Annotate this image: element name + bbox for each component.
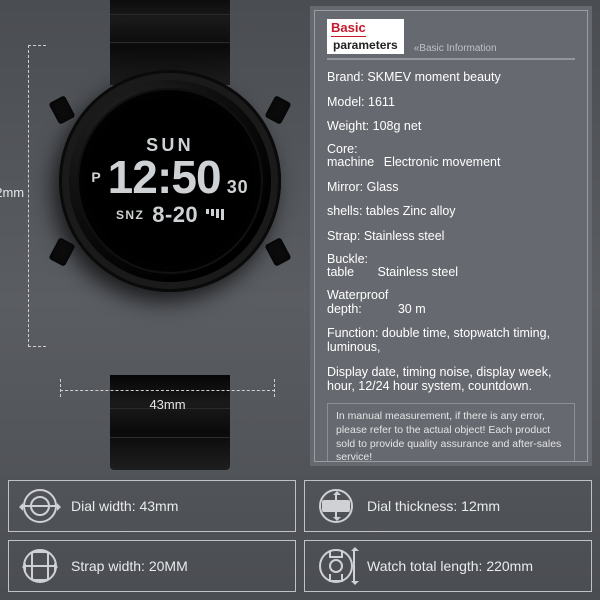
dimension-width: 43mm <box>60 390 275 412</box>
watch-case: SUN P 12:50 30 SNZ 8-20 <box>59 70 281 292</box>
spec-panel: Basic parameters «Basic Information Bran… <box>310 6 592 466</box>
spec-row: Core:machine Electronic movement <box>327 143 575 170</box>
watch-diagram: 52mm SUN P 12:50 30 SNZ 8-20 <box>0 0 305 470</box>
spec-row: Model: 1611 <box>327 95 575 109</box>
width-label: 43mm <box>60 397 275 412</box>
spec-row: Display date, timing noise, display week… <box>327 365 575 394</box>
dial-width-icon <box>23 489 57 523</box>
strap-width-icon <box>23 549 57 583</box>
stat-total-length: Watch total length: 220mm <box>304 540 592 592</box>
spec-title-1: Basic <box>331 21 366 37</box>
spec-row: Buckle:table Stainless steel <box>327 253 575 280</box>
dial-thickness-icon <box>319 489 353 523</box>
watch-illustration: SUN P 12:50 30 SNZ 8-20 <box>55 20 285 440</box>
spec-header: Basic parameters «Basic Information <box>327 19 575 60</box>
spec-disclaimer: In manual measurement, if there is any e… <box>327 403 575 462</box>
spec-row: shells: tables Zinc alloy <box>327 204 575 218</box>
watch-button-tl <box>48 95 75 125</box>
watch-button-tr <box>264 95 291 125</box>
stat-dial-width: Dial width: 43mm <box>8 480 296 532</box>
total-length-icon <box>319 549 353 583</box>
display-time: 12:50 <box>108 154 221 200</box>
stats-grid: Dial width: 43mm Dial thickness: 12mm St… <box>8 480 592 592</box>
spec-row: Strap: Stainless steel <box>327 229 575 243</box>
signal-bars-icon <box>206 209 224 220</box>
spec-row: Function: double time, stopwatch timing,… <box>327 326 575 355</box>
spec-subtitle: «Basic Information <box>414 43 497 54</box>
spec-row: Brand: SKMEV moment beauty <box>327 70 575 84</box>
watch-dial: SUN P 12:50 30 SNZ 8-20 <box>77 88 263 274</box>
height-label: 52mm <box>0 185 24 200</box>
watch-button-br <box>264 237 291 267</box>
spec-title-2: parameters <box>331 38 400 53</box>
stat-strap-width: Strap width: 20MM <box>8 540 296 592</box>
spec-row: Mirror: Glass <box>327 180 575 194</box>
display-snooze: SNZ <box>116 208 144 222</box>
display-pm: P <box>91 169 101 185</box>
display-date: 8-20 <box>152 202 198 228</box>
spec-row: Waterproofdepth: 30 m <box>327 289 575 316</box>
stat-dial-thickness: Dial thickness: 12mm <box>304 480 592 532</box>
spec-row: Weight: 108g net <box>327 119 575 133</box>
watch-button-bl <box>48 237 75 267</box>
display-seconds: 30 <box>227 177 249 198</box>
